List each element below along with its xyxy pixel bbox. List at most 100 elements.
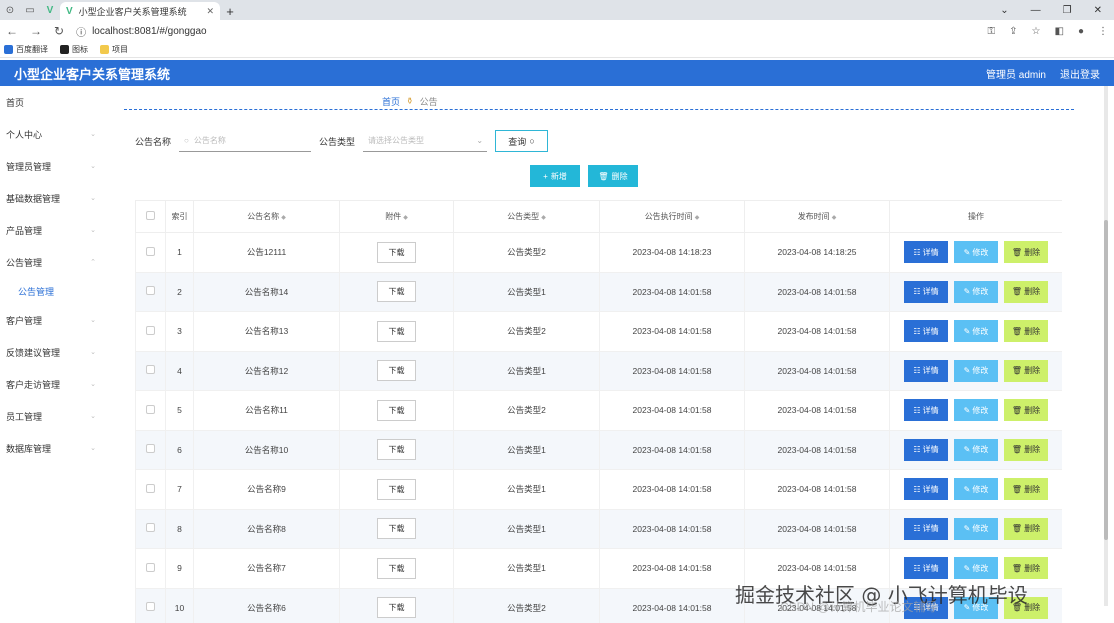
edit-button[interactable]: ✎ 修改	[954, 359, 998, 382]
sidebar-item-profile[interactable]: 个人中心 ⌄	[0, 118, 110, 150]
delete-button[interactable]: 🗑 删除	[1004, 399, 1048, 422]
sidebar-item-feedback[interactable]: 反馈建议管理 ⌄	[0, 336, 110, 368]
detail-button[interactable]: ☷ 详情	[904, 241, 948, 264]
sidebar-item-admin[interactable]: 管理员管理 ⌄	[0, 150, 110, 182]
download-button[interactable]: 下载	[377, 478, 416, 500]
detail-button[interactable]: ☷ 详情	[904, 320, 948, 343]
minimize-icon[interactable]: —	[1031, 5, 1041, 16]
info-icon[interactable]: ⓘ	[76, 24, 86, 39]
detail-button[interactable]: ☷ 详情	[904, 557, 948, 580]
query-button[interactable]: 查询 ○	[495, 130, 549, 152]
type-select[interactable]: 请选择公告类型 ⌄	[363, 130, 488, 152]
sidebar-item-visit[interactable]: 客户走访管理 ⌄	[0, 368, 110, 400]
batch-delete-button[interactable]: 🗑 删除	[588, 165, 638, 187]
detail-button[interactable]: ☷ 详情	[904, 359, 948, 382]
row-checkbox[interactable]	[146, 523, 155, 533]
edit-button[interactable]: ✎ 修改	[954, 478, 998, 501]
edit-button[interactable]: ✎ 修改	[954, 241, 998, 264]
delete-button[interactable]: 🗑 删除	[1004, 359, 1048, 382]
download-button[interactable]: 下载	[377, 597, 416, 619]
col-name[interactable]: 公告名称 ◆	[193, 200, 340, 233]
browser-tab-active[interactable]: V 小型企业客户关系管理系统 ✕	[60, 2, 220, 20]
edit-button[interactable]: ✎ 修改	[954, 320, 998, 343]
detail-button[interactable]: ☷ 详情	[904, 399, 948, 422]
edit-button[interactable]: ✎ 修改	[954, 399, 998, 422]
close-window-icon[interactable]: ✕	[1094, 5, 1102, 16]
row-checkbox[interactable]	[146, 562, 155, 572]
profile-icon[interactable]: ●	[1078, 26, 1084, 37]
sort-icon[interactable]: ◆	[541, 215, 546, 221]
delete-button[interactable]: 🗑 删除	[1004, 478, 1048, 501]
edit-button[interactable]: ✎ 修改	[954, 557, 998, 580]
sidebar-item-home[interactable]: 首页	[0, 86, 110, 118]
row-checkbox[interactable]	[146, 602, 155, 612]
sort-icon[interactable]: ◆	[695, 215, 700, 221]
row-checkbox[interactable]	[146, 325, 155, 335]
edit-button[interactable]: ✎ 修改	[954, 438, 998, 461]
download-button[interactable]: 下载	[377, 241, 416, 263]
sidepanel-icon[interactable]: ◧	[1055, 26, 1064, 37]
vue-tab-icon[interactable]: V	[40, 0, 60, 20]
share-icon[interactable]: ⇪	[1009, 26, 1017, 37]
row-checkbox[interactable]	[146, 365, 155, 375]
download-button[interactable]: 下载	[377, 557, 416, 579]
download-button[interactable]: 下载	[377, 399, 416, 421]
sort-icon[interactable]: ◆	[281, 215, 286, 221]
sidebar-item-customer[interactable]: 客户管理 ⌄	[0, 304, 110, 336]
sidebar-item-notice[interactable]: 公告管理 ⌃	[0, 246, 110, 278]
row-checkbox[interactable]	[146, 483, 155, 493]
chrome-icon[interactable]: ⊙	[0, 0, 20, 20]
row-checkbox[interactable]	[146, 404, 155, 414]
tab-close-icon[interactable]: ✕	[206, 6, 214, 17]
detail-button[interactable]: ☷ 详情	[904, 517, 948, 540]
detail-button[interactable]: ☷ 详情	[904, 280, 948, 303]
tab-placeholder-icon[interactable]: ▭	[20, 0, 40, 20]
breadcrumb-home[interactable]: 首页	[382, 95, 400, 108]
new-tab-button[interactable]: +	[220, 2, 240, 20]
bookmark-item[interactable]: 百度翻译	[4, 44, 48, 55]
page-scrollbar-thumb[interactable]	[1104, 220, 1108, 540]
bookmark-item[interactable]: 项目	[100, 44, 128, 55]
delete-button[interactable]: 🗑 删除	[1004, 517, 1048, 540]
forward-icon[interactable]: →	[30, 24, 42, 38]
back-icon[interactable]: ←	[6, 24, 18, 38]
download-button[interactable]: 下载	[377, 439, 416, 461]
edit-button[interactable]: ✎ 修改	[954, 517, 998, 540]
bookmark-item[interactable]: 图标	[60, 44, 88, 55]
sort-icon[interactable]: ◆	[403, 215, 408, 221]
star-icon[interactable]: ☆	[1032, 26, 1041, 37]
sidebar-item-database[interactable]: 数据库管理 ⌄	[0, 432, 110, 464]
delete-button[interactable]: 🗑 删除	[1004, 557, 1048, 580]
sidebar-item-basedata[interactable]: 基础数据管理 ⌄	[0, 182, 110, 214]
delete-button[interactable]: 🗑 删除	[1004, 241, 1048, 264]
col-type[interactable]: 公告类型 ◆	[453, 200, 600, 233]
reload-icon[interactable]: ↻	[54, 24, 64, 38]
download-button[interactable]: 下载	[377, 360, 416, 382]
row-checkbox[interactable]	[146, 246, 155, 256]
row-checkbox[interactable]	[146, 286, 155, 296]
detail-button[interactable]: ☷ 详情	[904, 478, 948, 501]
delete-button[interactable]: 🗑 删除	[1004, 280, 1048, 303]
menu-icon[interactable]: ⋮	[1098, 26, 1108, 37]
sidebar-subitem-notice-manage[interactable]: 公告管理	[0, 278, 110, 304]
sidebar-item-staff[interactable]: 员工管理 ⌄	[0, 400, 110, 432]
restore-icon[interactable]: ❐	[1063, 5, 1072, 16]
download-button[interactable]: 下载	[377, 281, 416, 303]
delete-button[interactable]: 🗑 删除	[1004, 320, 1048, 343]
url-field[interactable]: ⓘ localhost:8081/#/gonggao	[76, 24, 207, 39]
chevron-down-icon[interactable]: ⌄	[1000, 5, 1008, 16]
row-checkbox[interactable]	[146, 444, 155, 454]
download-button[interactable]: 下载	[377, 518, 416, 540]
key-icon[interactable]: ⚿	[988, 26, 996, 37]
logout-link[interactable]: 退出登录	[1060, 66, 1100, 81]
add-button[interactable]: + 新增	[530, 165, 580, 187]
download-button[interactable]: 下载	[377, 320, 416, 342]
delete-button[interactable]: 🗑 删除	[1004, 438, 1048, 461]
edit-button[interactable]: ✎ 修改	[954, 280, 998, 303]
detail-button[interactable]: ☷ 详情	[904, 438, 948, 461]
col-pub-time[interactable]: 发布时间 ◆	[744, 200, 890, 233]
col-exec-time[interactable]: 公告执行时间 ◆	[599, 200, 745, 233]
sidebar-item-product[interactable]: 产品管理 ⌄	[0, 214, 110, 246]
col-attachment[interactable]: 附件 ◆	[339, 200, 454, 233]
select-all-checkbox[interactable]	[146, 211, 155, 220]
